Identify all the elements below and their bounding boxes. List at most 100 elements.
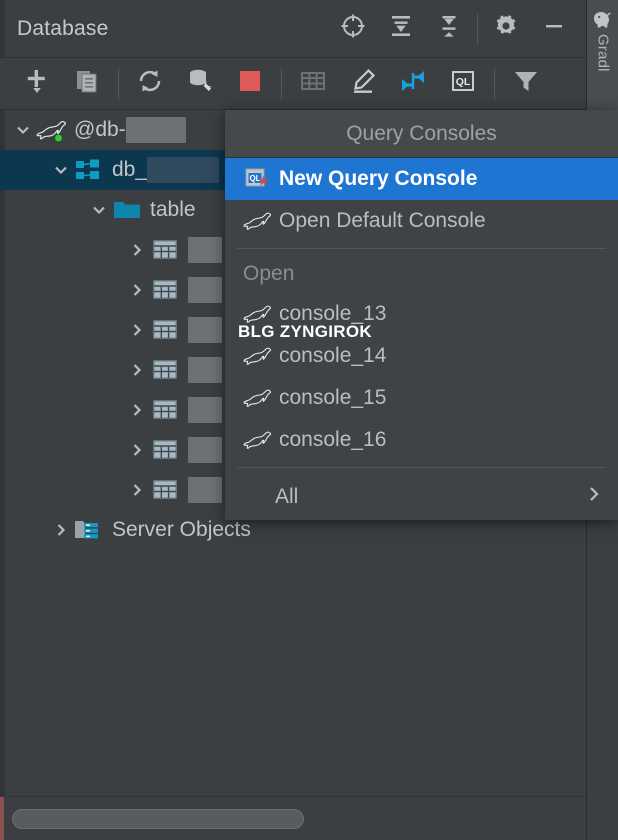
redacted-name	[147, 157, 220, 183]
svg-text:QL: QL	[456, 76, 471, 88]
chevron-right-icon[interactable]	[124, 350, 150, 390]
menu-item-console-15[interactable]: console_15	[225, 377, 618, 419]
toolbar-divider	[281, 68, 282, 99]
chevron-right-icon[interactable]	[124, 310, 150, 350]
submenu-chevron-right-icon	[586, 483, 618, 511]
redacted-name	[125, 117, 186, 143]
settings-button[interactable]	[482, 7, 530, 51]
chevron-right-icon[interactable]	[124, 270, 150, 310]
jump-to-console-icon	[398, 67, 428, 100]
mariadb-seal-icon	[239, 429, 275, 451]
chevron-right-icon[interactable]	[124, 430, 150, 470]
duplicate-icon	[73, 67, 101, 100]
modify-table-icon	[349, 67, 377, 100]
chevron-down-icon[interactable]	[48, 150, 74, 190]
chevron-right-icon[interactable]	[48, 510, 74, 550]
toolbar-divider	[118, 68, 119, 99]
popup-menu-group-open: Open	[243, 262, 295, 285]
redacted-name	[188, 277, 222, 303]
redacted-name	[188, 237, 222, 263]
header-actions	[329, 7, 586, 51]
add-new-button[interactable]	[12, 62, 62, 106]
chevron-down-icon[interactable]	[86, 190, 112, 230]
query-console-icon: QL	[449, 68, 477, 99]
mariadb-seal-icon	[36, 118, 66, 142]
collapse-all-button[interactable]	[425, 7, 473, 51]
tree-node-label: Server Objects	[112, 518, 251, 541]
gradle-elephant-icon	[591, 8, 615, 30]
query-consoles-popup-menu: Query Consoles QL New Query Console Open…	[225, 110, 618, 520]
redacted-name	[188, 397, 222, 423]
table-icon	[150, 438, 180, 462]
new-query-console-icon: QL	[239, 167, 275, 191]
horizontal-scrollbar-thumb[interactable]	[12, 809, 304, 829]
menu-item-console-13[interactable]: console_13	[225, 293, 618, 335]
mariadb-seal-icon	[239, 345, 275, 367]
menu-item-all-label: All	[275, 485, 299, 508]
chevron-right-icon[interactable]	[124, 470, 150, 510]
expand-all-button[interactable]	[377, 7, 425, 51]
svg-text:QL: QL	[249, 174, 260, 183]
database-tools-icon	[185, 67, 215, 100]
tool-window-header: Database	[0, 0, 586, 58]
mariadb-seal-icon	[239, 387, 275, 409]
data-editor-icon	[299, 68, 327, 99]
table-icon	[150, 398, 180, 422]
menu-item-console-14-label: console_14	[279, 344, 387, 367]
header-left-edge	[0, 0, 5, 57]
database-tool-window: Gradl Database QL @db- db_ table Server …	[0, 0, 618, 840]
database-tools-button[interactable]	[175, 62, 225, 106]
tree-node-label: db_	[112, 158, 148, 181]
horizontal-scrollbar[interactable]	[0, 796, 586, 840]
chevron-right-icon[interactable]	[124, 230, 150, 270]
mariadb-seal-icon	[239, 210, 275, 232]
menu-item-console-13-label: console_13	[279, 302, 387, 325]
query-console-button[interactable]: QL	[438, 62, 488, 106]
filter-icon	[512, 68, 540, 99]
toolbar-divider	[494, 68, 495, 99]
database-toolbar: QL	[0, 58, 586, 110]
minimize-button[interactable]	[530, 7, 578, 51]
redacted-name	[188, 317, 222, 343]
scroll-from-source-button[interactable]	[329, 7, 377, 51]
redacted-name	[188, 477, 222, 503]
data-editor-button[interactable]	[288, 62, 338, 106]
stop-button[interactable]	[225, 62, 275, 106]
jump-to-console-button[interactable]	[388, 62, 438, 106]
modify-table-button[interactable]	[338, 62, 388, 106]
table-icon	[150, 478, 180, 502]
header-divider	[477, 13, 478, 44]
schema-icon	[74, 158, 104, 182]
scroll-from-source-icon	[340, 13, 366, 44]
minimize-icon	[541, 13, 567, 44]
menu-item-all[interactable]: All	[225, 474, 618, 520]
chevron-right-icon[interactable]	[124, 390, 150, 430]
chevron-down-icon[interactable]	[10, 110, 36, 150]
menu-item-console-15-label: console_15	[279, 386, 387, 409]
filter-button[interactable]	[501, 62, 551, 106]
menu-item-new-query-console-label: New Query Console	[279, 167, 478, 190]
menu-item-console-14[interactable]: console_14	[225, 335, 618, 377]
popup-menu-title: Query Consoles	[225, 110, 618, 158]
popup-menu-separator	[237, 467, 606, 468]
tree-node-label: @db-	[74, 118, 126, 141]
folder-icon	[112, 198, 142, 222]
table-icon	[150, 318, 180, 342]
settings-gear-icon	[493, 13, 519, 44]
refresh-button[interactable]	[125, 62, 175, 106]
table-icon	[150, 238, 180, 262]
collapse-all-icon	[436, 13, 462, 44]
mariadb-seal-icon	[239, 303, 275, 325]
menu-item-open-default-console[interactable]: Open Default Console	[225, 200, 618, 242]
expand-all-icon	[388, 13, 414, 44]
popup-menu-separator	[237, 248, 606, 249]
menu-item-new-query-console[interactable]: QL New Query Console	[225, 158, 618, 200]
scrollbar-accent-marker	[0, 797, 4, 840]
menu-item-open-default-console-label: Open Default Console	[279, 209, 486, 232]
stop-icon	[237, 68, 263, 99]
open-consoles-list: console_13 console_14 console_15 console…	[225, 293, 618, 461]
server-objects-icon	[74, 518, 104, 542]
menu-item-console-16[interactable]: console_16	[225, 419, 618, 461]
redacted-name	[188, 437, 222, 463]
duplicate-button[interactable]	[62, 62, 112, 106]
